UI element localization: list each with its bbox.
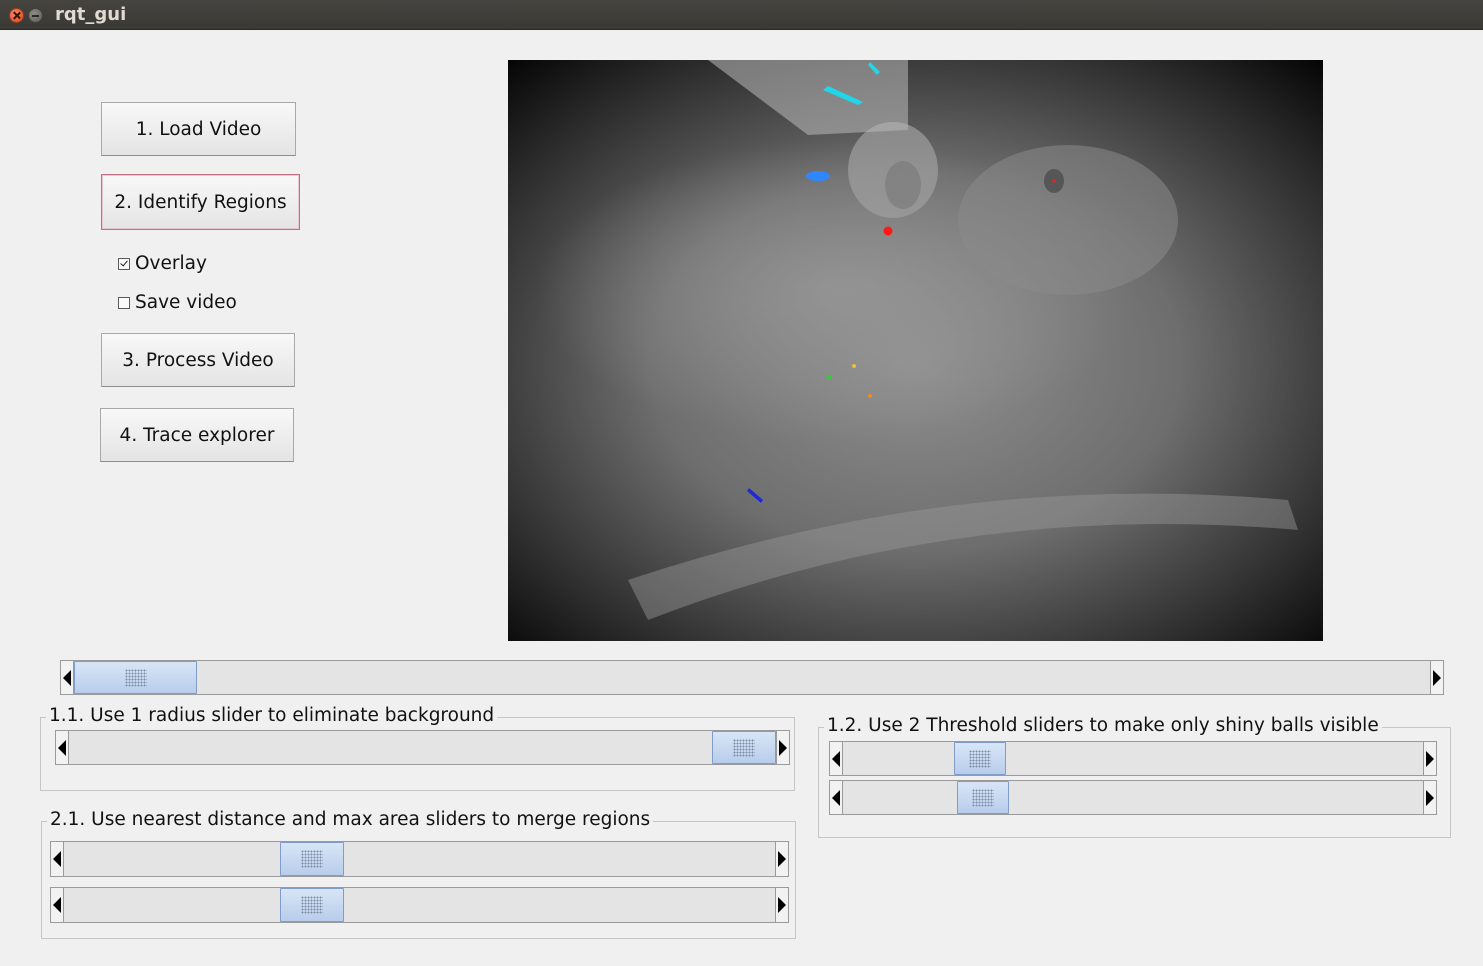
frame-slider-track[interactable]	[74, 661, 1430, 694]
merge-group: 2.1. Use nearest distance and max area s…	[41, 809, 796, 939]
threshold-low-right-arrow[interactable]	[1423, 742, 1436, 775]
left-arrow-icon	[58, 739, 66, 756]
left-arrow-icon	[53, 897, 61, 913]
threshold-high-thumb[interactable]	[957, 781, 1009, 814]
nearest-distance-left-arrow[interactable]	[51, 842, 64, 876]
window-title: rqt_gui	[55, 4, 127, 25]
left-arrow-icon	[832, 750, 840, 767]
process-video-button[interactable]: 3. Process Video	[101, 333, 295, 387]
max-area-slider[interactable]	[50, 887, 789, 923]
right-arrow-icon	[779, 739, 787, 756]
marker-green	[826, 374, 832, 380]
right-arrow-icon	[778, 897, 786, 913]
threshold-high-track[interactable]	[843, 781, 1423, 814]
overlay-checkbox-box[interactable]	[118, 257, 130, 270]
frame-slider-right-arrow[interactable]	[1430, 661, 1443, 694]
grip-icon	[733, 738, 755, 757]
marker-blue	[806, 171, 830, 181]
trace-explorer-button[interactable]: 4. Trace explorer	[100, 408, 294, 462]
load-video-button[interactable]: 1. Load Video	[101, 102, 296, 156]
merge-group-title: 2.1. Use nearest distance and max area s…	[47, 809, 654, 830]
threshold-group: 1.2. Use 2 Threshold sliders to make onl…	[818, 715, 1451, 838]
nearest-distance-right-arrow[interactable]	[775, 842, 788, 876]
radius-group: 1.1. Use 1 radius slider to eliminate ba…	[40, 705, 795, 791]
video-frame-image	[508, 60, 1323, 641]
frame-slider-left-arrow[interactable]	[61, 661, 74, 694]
radius-slider-track[interactable]	[69, 731, 776, 764]
threshold-high-left-arrow[interactable]	[830, 781, 843, 814]
threshold-low-left-arrow[interactable]	[830, 742, 843, 775]
grip-icon	[969, 749, 991, 768]
right-arrow-icon	[1426, 789, 1434, 806]
title-bar: rqt_gui	[0, 0, 1483, 30]
overlay-checkbox[interactable]: Overlay	[118, 253, 207, 274]
close-window-icon[interactable]	[9, 8, 24, 23]
overlay-checkbox-label: Overlay	[135, 253, 207, 274]
right-arrow-icon	[1426, 750, 1434, 767]
left-arrow-icon	[53, 851, 61, 867]
marker-orange	[868, 394, 872, 398]
identify-regions-button[interactable]: 2. Identify Regions	[101, 174, 300, 230]
grip-icon	[301, 850, 323, 868]
nearest-distance-thumb[interactable]	[280, 842, 344, 876]
nearest-distance-slider[interactable]	[50, 841, 789, 877]
grip-icon	[301, 896, 323, 914]
marker-yellow	[852, 364, 856, 368]
threshold-low-thumb[interactable]	[954, 742, 1006, 775]
radius-slider-thumb[interactable]	[712, 731, 776, 764]
radius-slider-right-arrow[interactable]	[776, 731, 789, 764]
nearest-distance-track[interactable]	[64, 842, 775, 876]
radius-group-title: 1.1. Use 1 radius slider to eliminate ba…	[46, 705, 498, 726]
left-arrow-icon	[63, 669, 71, 686]
threshold-low-slider[interactable]	[829, 741, 1437, 776]
radius-slider[interactable]	[55, 730, 790, 765]
save-video-checkbox-box[interactable]	[118, 296, 130, 309]
frame-slider-thumb[interactable]	[74, 661, 197, 694]
max-area-right-arrow[interactable]	[775, 888, 788, 922]
right-arrow-icon	[778, 851, 786, 867]
grip-icon	[972, 788, 994, 807]
max-area-left-arrow[interactable]	[51, 888, 64, 922]
save-video-checkbox[interactable]: Save video	[118, 292, 237, 313]
threshold-high-right-arrow[interactable]	[1423, 781, 1436, 814]
save-video-checkbox-label: Save video	[135, 292, 237, 313]
marker-red	[883, 226, 893, 236]
right-arrow-icon	[1433, 669, 1441, 686]
mouse-head	[958, 145, 1178, 295]
threshold-high-slider[interactable]	[829, 780, 1437, 815]
radius-slider-left-arrow[interactable]	[56, 731, 69, 764]
threshold-low-track[interactable]	[843, 742, 1423, 775]
minimize-window-icon[interactable]	[28, 8, 43, 23]
left-arrow-icon	[832, 789, 840, 806]
frame-slider[interactable]	[60, 660, 1444, 695]
max-area-thumb[interactable]	[280, 888, 344, 922]
max-area-track[interactable]	[64, 888, 775, 922]
grip-icon	[124, 668, 147, 687]
threshold-group-title: 1.2. Use 2 Threshold sliders to make onl…	[824, 715, 1382, 736]
video-frame	[508, 60, 1323, 641]
